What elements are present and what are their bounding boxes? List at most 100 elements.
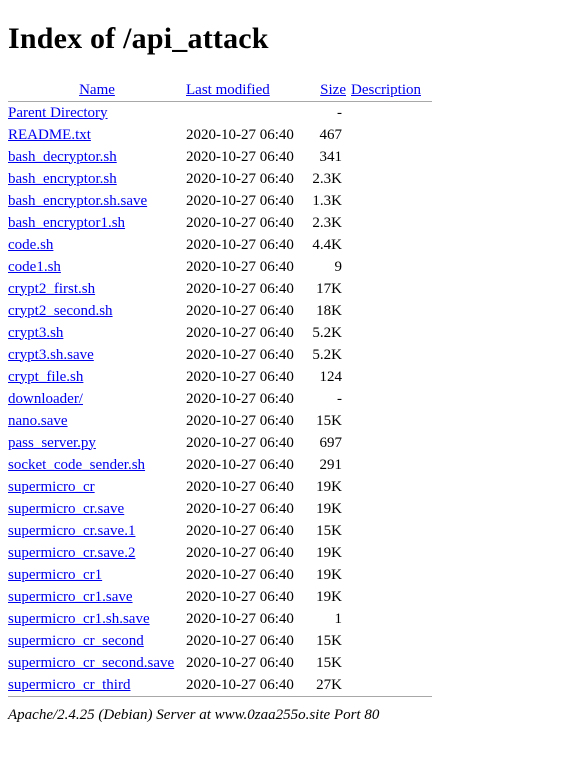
sort-by-size-link[interactable]: Size [320,82,346,98]
sort-by-description-link[interactable]: Description [351,82,421,98]
file-row[interactable]: bash_encryptor1.sh 2020-10-27 06:40 2.3K [8,212,565,234]
file-size-cell: 17K [316,280,342,297]
file-row[interactable]: supermicro_cr_second.save 2020-10-27 06:4… [8,652,565,674]
file-link[interactable]: supermicro_cr1 [8,567,102,583]
file-name-cell: supermicro_cr1 [8,564,186,586]
file-row[interactable]: downloader/2020-10-27 06:40 - [8,388,565,410]
file-name-cell: supermicro_cr.save.2 [8,542,186,564]
file-size-cell: 15K [316,522,342,539]
parent-directory-name-cell: Parent Directory [8,102,186,124]
file-size-cell: 15K [316,654,342,671]
file-link[interactable]: crypt3.sh [8,325,63,341]
file-name-cell: README.txt [8,124,186,146]
file-link[interactable]: supermicro_cr1.sh.save [8,611,150,627]
sort-by-last-modified-link[interactable]: Last modified [186,82,270,98]
file-name-cell: crypt3.sh [8,322,186,344]
file-row[interactable]: README.txt 2020-10-27 06:40 467 [8,124,565,146]
file-row[interactable]: bash_decryptor.sh 2020-10-27 06:40 341 [8,146,565,168]
file-last-modified-cell: 2020-10-27 06:40 [186,280,294,297]
column-header-size-cell: Size [308,79,346,101]
parent-directory-row[interactable]: Parent Directory - [8,102,565,124]
file-row[interactable]: socket_code_sender.sh 2020-10-27 06:40 291 [8,454,565,476]
file-last-modified-cell: 2020-10-27 06:40 [186,258,294,275]
file-link[interactable]: crypt2_second.sh [8,303,113,319]
file-link[interactable]: supermicro_cr_second [8,633,144,649]
file-row[interactable]: bash_encryptor.sh.save 2020-10-27 06:40 1.… [8,190,565,212]
file-last-modified-cell: 2020-10-27 06:40 [186,456,294,473]
file-link[interactable]: code.sh [8,237,53,253]
footer-separator-rule [8,695,432,697]
file-name-cell: bash_encryptor.sh [8,168,186,190]
file-name-cell: nano.save [8,410,186,432]
file-link[interactable]: supermicro_cr.save [8,501,124,517]
file-row[interactable]: supermicro_cr 2020-10-27 06:40 19K [8,476,565,498]
directory-index-page: Index of /api_attack Name Last modified Si… [0,0,573,732]
file-link[interactable]: supermicro_cr.save.1 [8,523,135,539]
file-link[interactable]: socket_code_sender.sh [8,457,145,473]
file-name-cell: supermicro_cr_second.save [8,652,186,674]
file-row[interactable]: supermicro_cr_second 2020-10-27 06:40 15K [8,630,565,652]
file-name-cell: supermicro_cr_third [8,674,186,696]
file-last-modified-cell: 2020-10-27 06:40 [186,632,294,649]
file-last-modified-cell: 2020-10-27 06:40 [186,676,294,693]
file-last-modified-cell: 2020-10-27 06:40 [186,610,294,627]
file-row[interactable]: supermicro_cr.save.2 2020-10-27 06:40 19K [8,542,565,564]
file-name-cell: crypt_file.sh [8,366,186,388]
file-row[interactable]: supermicro_cr.save.1 2020-10-27 06:40 15K [8,520,565,542]
file-row[interactable]: supermicro_cr1.save 2020-10-27 06:40 19K [8,586,565,608]
file-link[interactable]: pass_server.py [8,435,96,451]
file-link[interactable]: crypt_file.sh [8,369,83,385]
file-link[interactable]: supermicro_cr_second.save [8,655,174,671]
file-row[interactable]: code1.sh 2020-10-27 06:40 9 [8,256,565,278]
file-size-cell: 124 [319,368,343,385]
file-row[interactable]: supermicro_cr.save 2020-10-27 06:40 19K [8,498,565,520]
file-link[interactable]: README.txt [8,127,91,143]
file-link[interactable]: bash_encryptor.sh [8,171,117,187]
file-row[interactable]: crypt2_second.sh 2020-10-27 06:40 18K [8,300,565,322]
file-row[interactable]: crypt_file.sh 2020-10-27 06:40 124 [8,366,565,388]
file-last-modified-cell: 2020-10-27 06:40 [186,192,294,209]
file-row[interactable]: supermicro_cr1 2020-10-27 06:40 19K [8,564,565,586]
file-last-modified-cell: 2020-10-27 06:40 [186,126,294,143]
file-last-modified-cell: 2020-10-27 06:40 [186,654,294,671]
file-last-modified-cell: 2020-10-27 06:40 [186,390,294,407]
file-link[interactable]: downloader/ [8,391,83,407]
file-row[interactable]: crypt3.sh 2020-10-27 06:40 5.2K [8,322,565,344]
file-link[interactable]: nano.save [8,413,68,429]
file-link[interactable]: code1.sh [8,259,61,275]
file-link[interactable]: crypt2_first.sh [8,281,95,297]
column-header-description-cell: Description [346,79,421,101]
column-header-name-cell: Name [8,79,186,101]
file-row[interactable]: pass_server.py 2020-10-27 06:40 697 [8,432,565,454]
file-last-modified-cell: 2020-10-27 06:40 [186,566,294,583]
file-name-cell: bash_encryptor1.sh [8,212,186,234]
file-name-cell: code1.sh [8,256,186,278]
file-size-cell: 5.2K [312,346,342,363]
file-link[interactable]: bash_encryptor1.sh [8,215,125,231]
file-row[interactable]: bash_encryptor.sh 2020-10-27 06:40 2.3K [8,168,565,190]
file-name-cell: pass_server.py [8,432,186,454]
file-row[interactable]: nano.save 2020-10-27 06:40 15K [8,410,565,432]
file-row[interactable]: supermicro_cr1.sh.save 2020-10-27 06:40 1 [8,608,565,630]
file-link[interactable]: supermicro_cr.save.2 [8,545,135,561]
file-row[interactable]: crypt2_first.sh 2020-10-27 06:40 17K [8,278,565,300]
parent-directory-link[interactable]: Parent Directory [8,105,108,121]
file-row[interactable]: supermicro_cr_third 2020-10-27 06:40 27K [8,674,565,696]
file-size-cell: 27K [316,676,342,693]
file-link[interactable]: supermicro_cr_third [8,677,130,693]
file-row[interactable]: crypt3.sh.save 2020-10-27 06:40 5.2K [8,344,565,366]
file-link[interactable]: crypt3.sh.save [8,347,94,363]
parent-directory-size-cell: - [337,104,342,121]
file-size-cell: 19K [316,588,342,605]
file-link[interactable]: supermicro_cr1.save [8,589,133,605]
file-link[interactable]: supermicro_cr [8,479,95,495]
file-link[interactable]: bash_encryptor.sh.save [8,193,147,209]
listing-header-row: Name Last modified Size Description [8,79,565,101]
file-size-cell: 2.3K [312,214,342,231]
file-size-cell: 18K [316,302,342,319]
file-link[interactable]: bash_decryptor.sh [8,149,117,165]
file-last-modified-cell: 2020-10-27 06:40 [186,170,294,187]
file-name-cell: supermicro_cr.save [8,498,186,520]
file-row[interactable]: code.sh 2020-10-27 06:40 4.4K [8,234,565,256]
sort-by-name-link[interactable]: Name [79,82,115,98]
